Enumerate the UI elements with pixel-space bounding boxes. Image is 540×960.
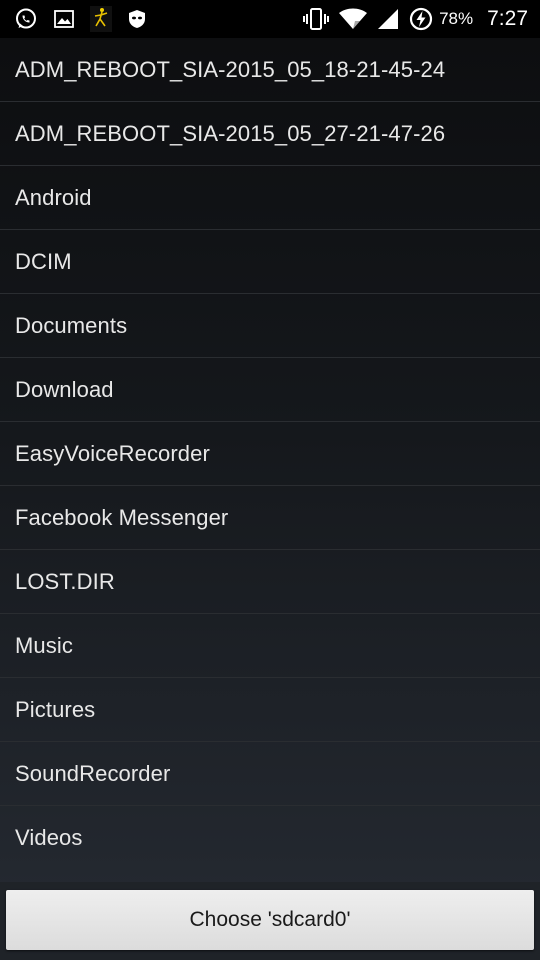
bottom-action-bar: Choose 'sdcard0' bbox=[0, 882, 540, 960]
folder-item[interactable]: LOST.DIR bbox=[0, 550, 540, 614]
folder-item[interactable]: ADM_REBOOT_SIA-2015_05_18-21-45-24 bbox=[0, 38, 540, 102]
gallery-icon bbox=[54, 10, 74, 28]
clock: 7:27 bbox=[487, 7, 528, 30]
choose-folder-button[interactable]: Choose 'sdcard0' bbox=[6, 890, 534, 950]
folder-item[interactable]: Download bbox=[0, 358, 540, 422]
folder-item[interactable]: DCIM bbox=[0, 230, 540, 294]
folder-item[interactable]: SoundRecorder bbox=[0, 742, 540, 806]
vibrate-icon bbox=[303, 8, 330, 30]
system-icons: 78% 7:27 bbox=[293, 0, 528, 38]
folder-item[interactable]: Facebook Messenger bbox=[0, 486, 540, 550]
folder-item[interactable]: Pictures bbox=[0, 678, 540, 742]
folder-list: ADM_REBOOT_SIA-2015_05_18-21-45-24 ADM_R… bbox=[0, 38, 540, 870]
battery-percentage: 78% bbox=[439, 9, 474, 28]
signal-icon bbox=[377, 8, 399, 30]
folder-item[interactable]: Videos bbox=[0, 806, 540, 870]
folder-item[interactable]: ADM_REBOOT_SIA-2015_05_27-21-47-26 bbox=[0, 102, 540, 166]
folder-item[interactable]: Music bbox=[0, 614, 540, 678]
app-figure-icon bbox=[90, 6, 112, 32]
incognito-mask-icon bbox=[128, 9, 146, 29]
whatsapp-icon bbox=[14, 7, 38, 31]
folder-item[interactable]: EasyVoiceRecorder bbox=[0, 422, 540, 486]
status-bar: 78% 7:27 bbox=[0, 0, 540, 38]
wifi-icon bbox=[339, 8, 368, 30]
folder-item[interactable]: Android bbox=[0, 166, 540, 230]
notification-icons bbox=[14, 0, 162, 38]
battery-charging-icon bbox=[409, 7, 433, 31]
folder-item[interactable]: Documents bbox=[0, 294, 540, 358]
